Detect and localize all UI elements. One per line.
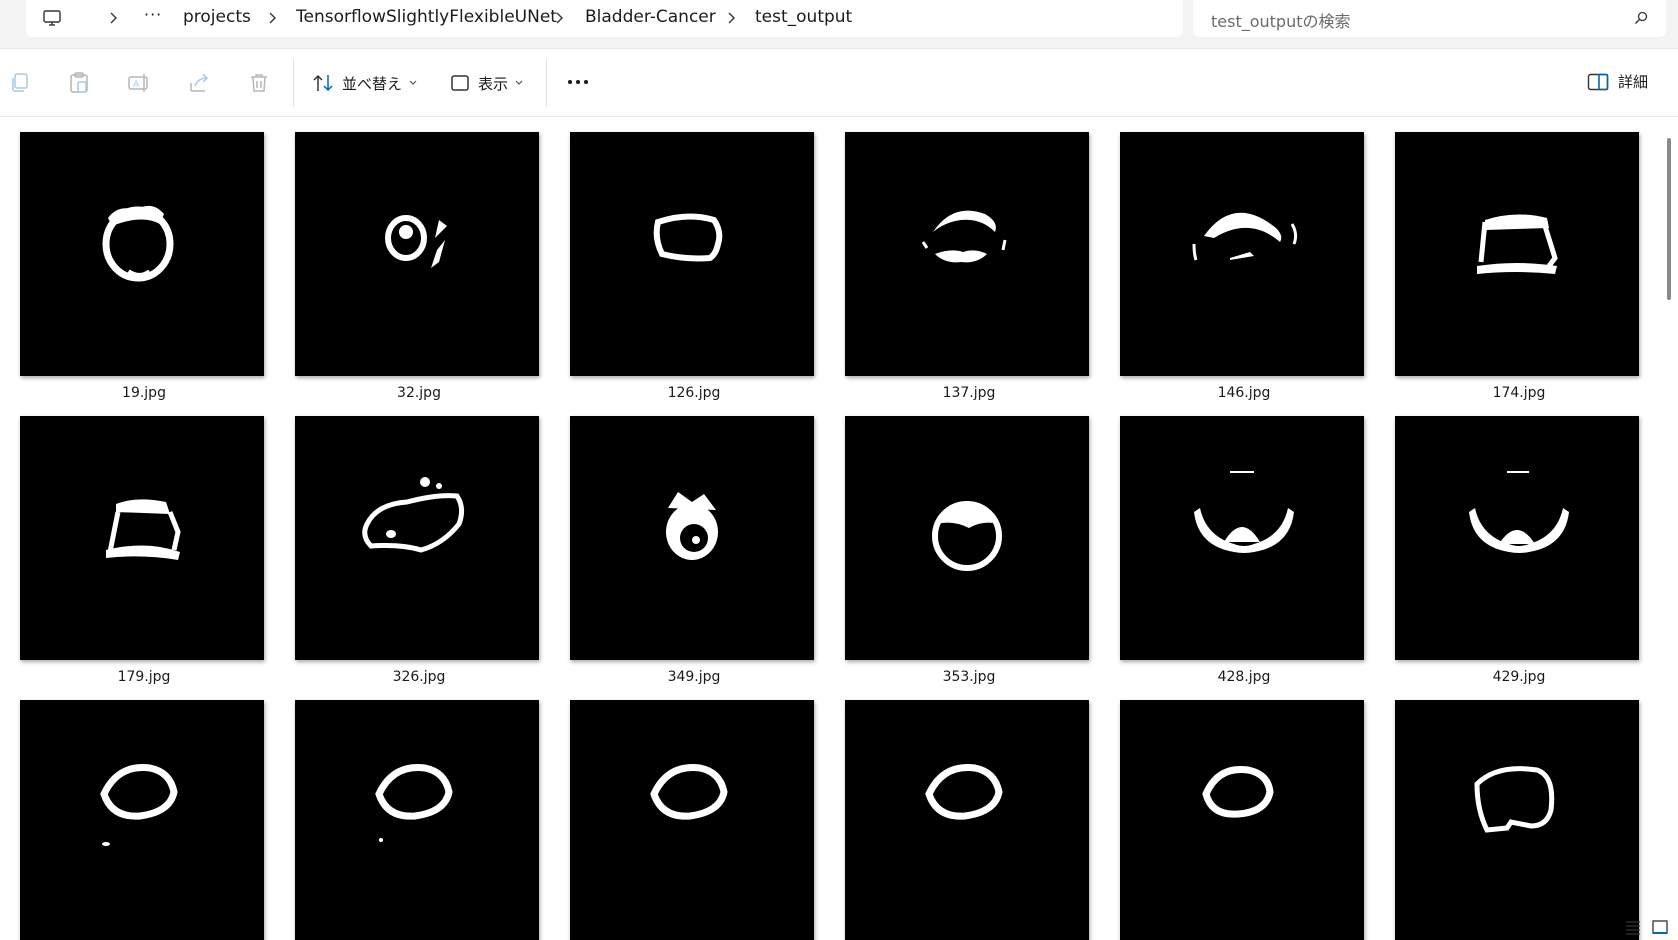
share-icon[interactable] xyxy=(187,71,211,95)
thumbnail-32[interactable] xyxy=(295,132,539,376)
file-name[interactable]: 353.jpg xyxy=(847,669,1091,685)
mask-image xyxy=(1469,471,1569,553)
scrollbar-thumb[interactable] xyxy=(1667,138,1671,300)
vertical-scrollbar[interactable] xyxy=(1665,118,1673,908)
file-name[interactable]: 174.jpg xyxy=(1397,385,1641,401)
thumbnail-326[interactable] xyxy=(295,416,539,660)
details-pane-icon xyxy=(1587,73,1609,90)
details-pane-button[interactable]: 詳細 xyxy=(1587,71,1648,92)
mask-image xyxy=(1192,212,1298,261)
mask-image xyxy=(362,477,465,553)
file-name[interactable]: 428.jpg xyxy=(1122,669,1366,685)
toolbar-divider xyxy=(546,59,547,107)
view-icon xyxy=(451,75,469,91)
breadcrumb-test-output[interactable]: test_output xyxy=(755,7,852,27)
command-bar: A 並べ替え 表示 詳細 xyxy=(0,49,1678,117)
sort-label: 並べ替え xyxy=(342,74,403,93)
sort-button[interactable]: 並べ替え xyxy=(312,70,418,96)
mask-image xyxy=(1477,214,1558,274)
file-grid: 19.jpg 32.jpg 126.jpg 137.jpg 146.jpg 17… xyxy=(0,118,1660,940)
view-button[interactable]: 表示 xyxy=(450,70,524,96)
details-view-icon[interactable] xyxy=(1624,918,1642,936)
search-placeholder[interactable]: test_outputの検索 xyxy=(1211,8,1351,32)
mask-image xyxy=(925,764,1003,820)
chevron-right-icon[interactable] xyxy=(267,10,277,26)
view-label: 表示 xyxy=(478,74,509,93)
mask-image xyxy=(921,210,1007,263)
breadcrumb-tensorflow-unet[interactable]: TensorflowSlightlyFlexibleUNet xyxy=(296,7,557,27)
breadcrumb-bladder-cancer[interactable]: Bladder-Cancer xyxy=(585,7,716,27)
search-box[interactable]: test_outputの検索 xyxy=(1193,0,1666,37)
breadcrumb-overflow[interactable]: ··· xyxy=(144,5,162,24)
chevron-right-icon[interactable] xyxy=(108,10,118,26)
this-pc-icon[interactable] xyxy=(42,8,62,28)
thumbnail-137[interactable] xyxy=(845,132,1089,376)
thumbnail-349[interactable] xyxy=(570,416,814,660)
mask-image xyxy=(1202,766,1274,818)
thumbnail[interactable] xyxy=(1395,700,1639,940)
thumbnail-428[interactable] xyxy=(1120,416,1364,660)
mask-image xyxy=(1474,766,1555,833)
thumbnail[interactable] xyxy=(570,700,814,940)
thumbnail[interactable] xyxy=(20,700,264,940)
thumbnail[interactable] xyxy=(1120,700,1364,940)
mask-image xyxy=(102,205,174,282)
file-name[interactable]: 32.jpg xyxy=(297,385,541,401)
details-label: 詳細 xyxy=(1618,73,1649,91)
toolbar-divider xyxy=(293,59,294,107)
file-name[interactable]: 349.jpg xyxy=(572,669,816,685)
mask-image xyxy=(375,764,453,842)
mask-image xyxy=(666,492,718,560)
svg-text:A: A xyxy=(133,79,139,89)
mask-image xyxy=(106,499,181,560)
thumbnail-353[interactable] xyxy=(845,416,1089,660)
thumbnail[interactable] xyxy=(845,700,1089,940)
chevron-right-icon[interactable] xyxy=(554,10,564,26)
breadcrumb-projects[interactable]: projects xyxy=(183,7,251,27)
mask-image xyxy=(100,764,178,846)
thumbnail-19[interactable] xyxy=(20,132,264,376)
chevron-down-icon xyxy=(409,80,417,85)
mask-image xyxy=(385,215,447,268)
chevron-right-icon[interactable] xyxy=(726,10,736,26)
file-name[interactable]: 179.jpg xyxy=(22,669,266,685)
address-bar[interactable]: ··· projects TensorflowSlightlyFlexibleU… xyxy=(26,0,1183,37)
mask-image xyxy=(1194,471,1294,553)
chevron-down-icon xyxy=(515,80,523,85)
thumbnail-146[interactable] xyxy=(1120,132,1364,376)
sort-icon xyxy=(313,74,333,92)
thumbnail-view-icon[interactable] xyxy=(1651,918,1669,936)
thumbnail-174[interactable] xyxy=(1395,132,1639,376)
file-name[interactable]: 429.jpg xyxy=(1397,669,1641,685)
paste-icon[interactable] xyxy=(67,71,91,95)
file-name[interactable]: 137.jpg xyxy=(847,385,1091,401)
search-icon[interactable] xyxy=(1634,11,1648,25)
title-bar: ··· projects TensorflowSlightlyFlexibleU… xyxy=(0,0,1678,49)
file-name[interactable]: 19.jpg xyxy=(22,385,266,401)
thumbnail[interactable] xyxy=(295,700,539,940)
copy-icon[interactable] xyxy=(8,71,32,95)
file-name[interactable]: 326.jpg xyxy=(297,669,541,685)
file-name[interactable]: 146.jpg xyxy=(1122,385,1366,401)
more-options-icon[interactable] xyxy=(565,72,591,92)
thumbnail-126[interactable] xyxy=(570,132,814,376)
mask-image xyxy=(650,764,728,820)
thumbnail-429[interactable] xyxy=(1395,416,1639,660)
mask-image xyxy=(653,213,723,262)
delete-icon[interactable] xyxy=(247,71,271,95)
mask-image xyxy=(932,501,1002,571)
thumbnail-179[interactable] xyxy=(20,416,264,660)
file-name[interactable]: 126.jpg xyxy=(572,385,816,401)
rename-icon[interactable]: A xyxy=(127,71,151,95)
